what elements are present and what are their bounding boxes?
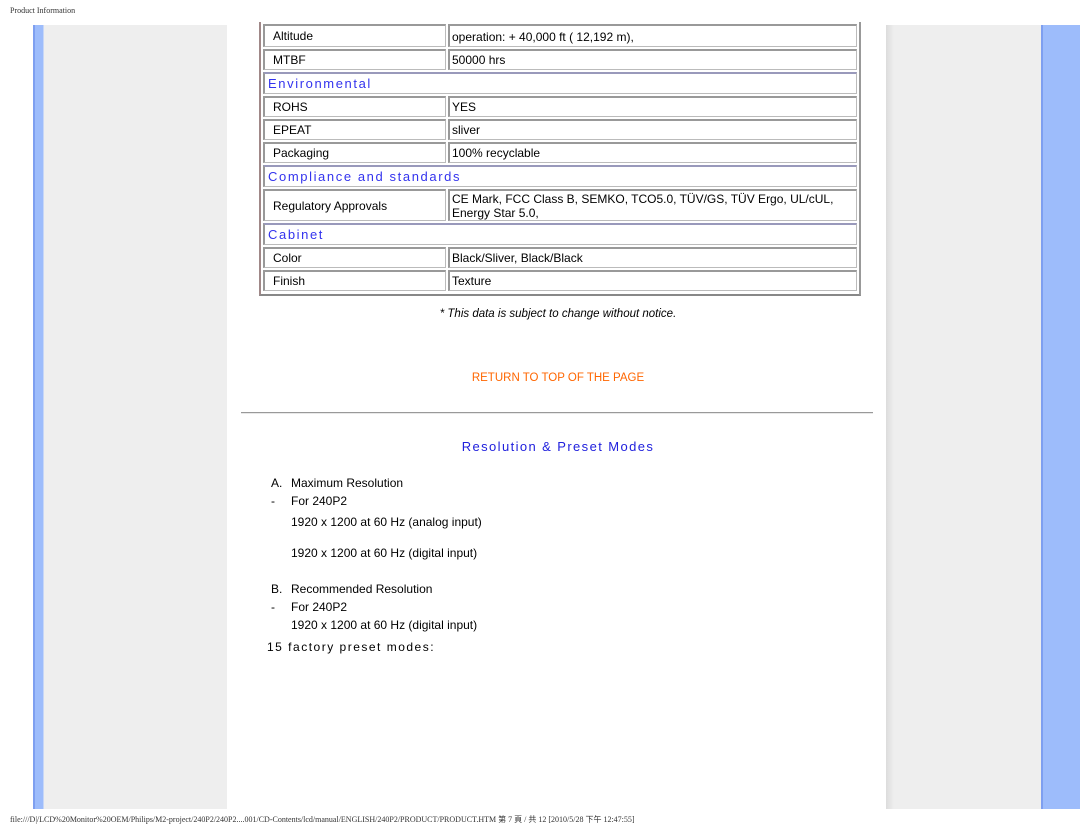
list-text: Recommended Resolution <box>291 582 433 596</box>
list-marker: - <box>271 600 275 614</box>
section-heading: Environmental <box>263 72 857 94</box>
row-value: YES <box>448 96 857 117</box>
left-frame-bar <box>33 25 44 809</box>
list-marker: B. <box>271 582 283 596</box>
preset-modes-label: 15 factory preset modes: <box>267 640 436 654</box>
right-side-panel <box>886 25 1041 809</box>
right-frame-bar <box>1041 25 1080 809</box>
table-row-rohs: ROHS YES <box>263 96 857 117</box>
row-value: CE Mark, FCC Class B, SEMKO, TCO5.0, TÜV… <box>448 189 857 221</box>
row-label: Regulatory Approvals <box>263 189 446 221</box>
table-row-color: Color Black/Sliver, Black/Black <box>263 247 857 268</box>
table-row-packaging: Packaging 100% recyclable <box>263 142 857 163</box>
section-row-cabinet: Cabinet <box>263 223 857 245</box>
row-label: Altitude <box>263 24 446 47</box>
row-label: Finish <box>263 270 446 291</box>
return-to-top-link[interactable]: RETURN TO TOP OF THE PAGE <box>0 372 1080 384</box>
row-label: ROHS <box>263 96 446 117</box>
section-heading: Compliance and standards <box>263 165 857 187</box>
list-text: For 240P2 <box>291 600 348 614</box>
row-value: 100% recyclable <box>448 142 857 163</box>
row-value: sliver <box>448 119 857 140</box>
list-marker: A. <box>271 476 283 490</box>
row-value: operation: + 40,000 ft ( 12,192 m), <box>448 24 857 47</box>
section-row-compliance: Compliance and standards <box>263 165 857 187</box>
row-label: MTBF <box>263 49 446 70</box>
row-label: Color <box>263 247 446 268</box>
list-text: 1920 x 1200 at 60 Hz (digital input) <box>291 618 478 632</box>
table-row-regulatory-approvals: Regulatory Approvals CE Mark, FCC Class … <box>263 189 857 221</box>
list-marker: - <box>271 494 275 508</box>
table-row-mtbf: MTBF 50000 hrs <box>263 49 857 70</box>
change-notice: * This data is subject to change without… <box>439 308 677 320</box>
list-text: Maximum Resolution <box>291 476 404 490</box>
row-value: Black/Sliver, Black/Black <box>448 247 857 268</box>
section-row-environmental: Environmental <box>263 72 857 94</box>
table-row-finish: Finish Texture <box>263 270 857 291</box>
row-label: Packaging <box>263 142 446 163</box>
row-value: Texture <box>448 270 857 291</box>
section-heading: Cabinet <box>263 223 857 245</box>
left-side-panel <box>44 25 227 809</box>
table-row-epeat: EPEAT sliver <box>263 119 857 140</box>
row-value: 50000 hrs <box>448 49 857 70</box>
print-footer: file:///D|/LCD%20Monitor%20OEM/Philips/M… <box>10 815 635 824</box>
list-text: 1920 x 1200 at 60 Hz (digital input) <box>291 546 478 560</box>
spec-table: Altitude operation: + 40,000 ft ( 12,192… <box>259 22 861 296</box>
resolution-section-title: Resolution & Preset Modes <box>461 439 655 454</box>
row-label: EPEAT <box>263 119 446 140</box>
print-header: Product Information <box>10 6 76 15</box>
table-row-altitude: Altitude operation: + 40,000 ft ( 12,192… <box>263 24 857 47</box>
list-text: 1920 x 1200 at 60 Hz (analog input) <box>291 515 482 529</box>
list-text: For 240P2 <box>291 494 348 508</box>
horizontal-divider <box>241 412 873 414</box>
